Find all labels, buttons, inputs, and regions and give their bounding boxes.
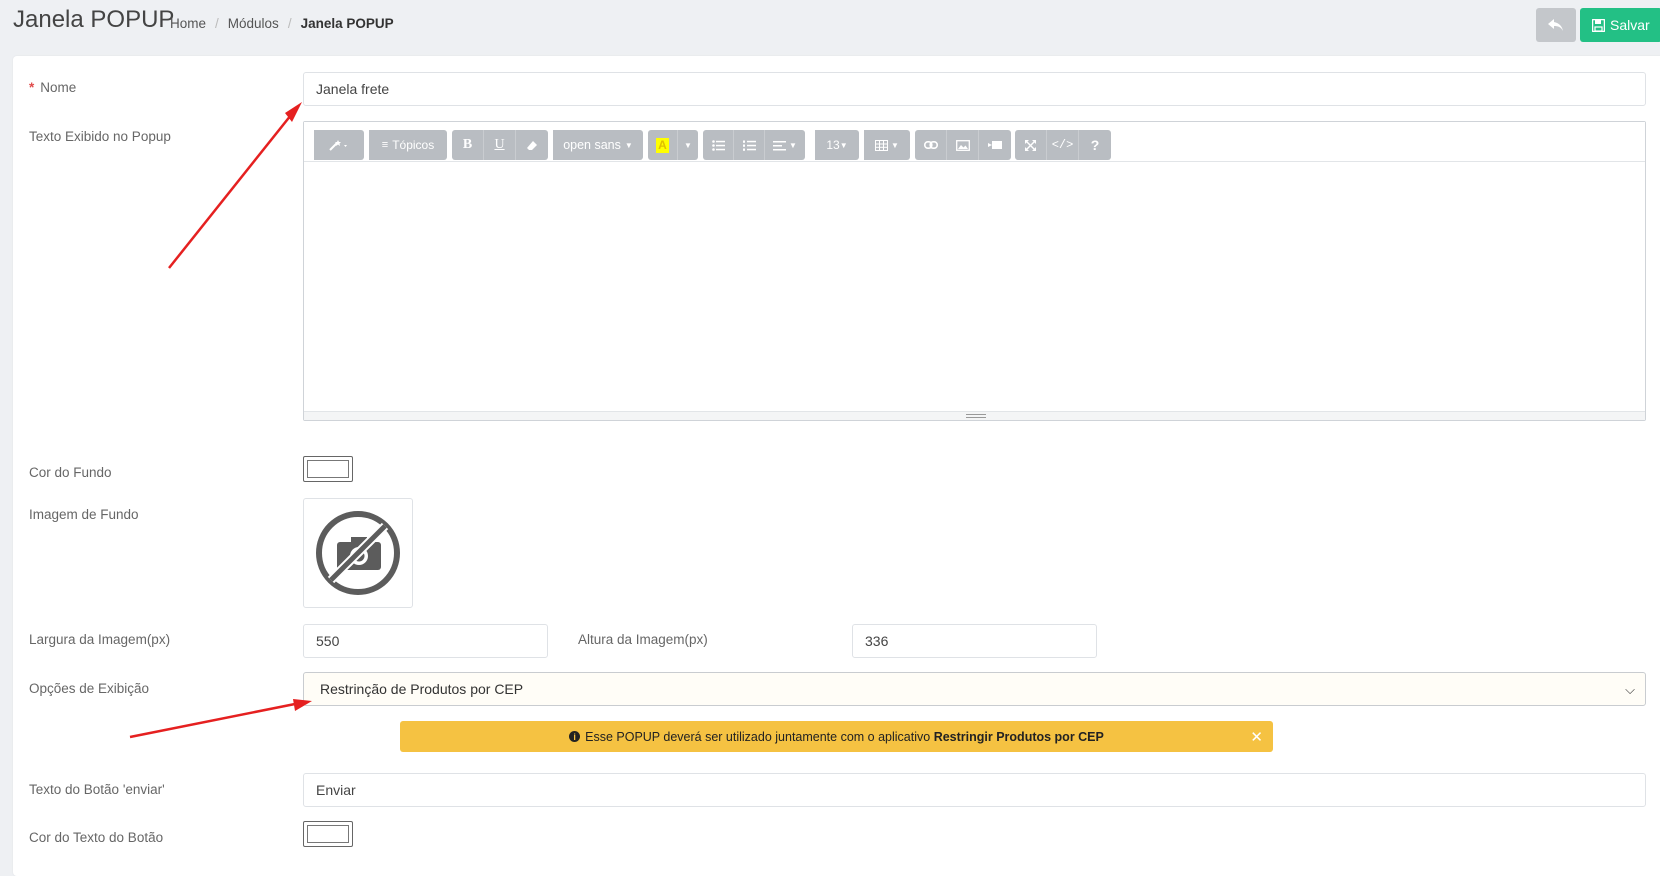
bold-icon: B — [462, 137, 473, 152]
font-family-dropdown[interactable]: open sans ▼ — [553, 130, 643, 160]
align-left-icon — [773, 140, 787, 150]
toolbar-group-format: B U — [452, 130, 548, 160]
caret-down-icon: ▼ — [789, 140, 797, 150]
link-icon — [923, 141, 938, 149]
toolbar-group-insert — [915, 130, 1011, 160]
fullscreen-icon — [1025, 139, 1036, 151]
color-dropdown-button[interactable]: ▼ — [678, 130, 698, 160]
eraser-icon — [527, 141, 537, 150]
save-button[interactable]: Salvar — [1580, 8, 1660, 42]
page-title: Janela POPUP — [13, 6, 175, 33]
caret-down-icon: ▼ — [839, 140, 848, 150]
video-icon — [988, 141, 1002, 149]
largura-input[interactable]: 550 — [303, 624, 548, 658]
reply-icon — [1548, 19, 1563, 31]
caret-down-icon: ▼ — [891, 140, 899, 150]
code-view-button[interactable]: </> — [1047, 130, 1079, 160]
opcoes-selected-value: Restrinção de Produtos por CEP — [320, 681, 524, 697]
nome-label: * Nome — [29, 80, 77, 95]
grip-icon — [966, 414, 986, 418]
editor-content-area[interactable] — [304, 162, 1645, 412]
code-icon: </> — [1051, 138, 1074, 152]
cor-texto-botao-picker[interactable] — [303, 821, 353, 847]
breadcrumb-separator: / — [287, 16, 292, 31]
unordered-list-button[interactable] — [703, 130, 734, 160]
imagem-fundo-upload[interactable] — [303, 498, 413, 608]
text-color-button[interactable]: A — [648, 130, 678, 160]
link-button[interactable] — [915, 130, 947, 160]
table-icon — [875, 139, 889, 151]
caret-down-icon: ▼ — [684, 140, 692, 150]
texto-botao-input[interactable]: Enviar — [303, 773, 1646, 807]
breadcrumb-current: Janela POPUP — [300, 16, 394, 31]
texto-botao-label: Texto do Botão 'enviar' — [29, 782, 165, 797]
toolbar-group-view: </> ? — [1015, 130, 1111, 160]
nome-input[interactable]: Janela frete — [303, 72, 1646, 106]
opcoes-label: Opções de Exibição — [29, 681, 150, 696]
alert-bold-text: Restringir Produtos por CEP — [933, 729, 1104, 744]
fullscreen-button[interactable] — [1015, 130, 1047, 160]
altura-label: Altura da Imagem(px) — [578, 632, 708, 647]
list-lines-icon: ≡ — [381, 139, 389, 151]
save-button-label: Salvar — [1610, 17, 1650, 33]
no-camera-icon — [316, 511, 400, 595]
video-button[interactable] — [979, 130, 1011, 160]
magic-wand-icon — [329, 140, 347, 151]
breadcrumb-home[interactable]: Home — [170, 16, 206, 31]
toolbar-group-font: open sans ▼ — [553, 130, 643, 160]
alert-text: Esse POPUP deverá ser utilizado juntamen… — [585, 729, 931, 744]
required-marker: * — [29, 80, 35, 95]
info-icon: i — [569, 731, 581, 742]
breadcrumb-separator: / — [215, 16, 219, 31]
help-button[interactable]: ? — [1079, 130, 1111, 160]
floppy-icon — [1592, 18, 1605, 32]
toolbar-group-style — [314, 130, 364, 160]
table-dropdown-button[interactable]: ▼ — [864, 130, 910, 160]
largura-label: Largura da Imagem(px) — [29, 632, 171, 647]
top-bar: Janela POPUP Home / Módulos / Janela POPUP S… — [0, 0, 1660, 52]
editor-toolbar: ≡ Tópicos B U open sans ▼ A ▼ ▼ 13 ▼ ▼ <… — [304, 122, 1645, 162]
eraser-button[interactable] — [516, 130, 548, 160]
image-button[interactable] — [947, 130, 979, 160]
cor-fundo-label: Cor do Fundo — [29, 465, 112, 480]
toolbar-group-topics: ≡ Tópicos — [369, 130, 447, 160]
underline-button[interactable]: U — [484, 130, 516, 160]
editor-resize-handle[interactable] — [304, 411, 1645, 420]
underline-icon: U — [494, 137, 505, 152]
breadcrumb: Home / Módulos / Janela POPUP — [170, 16, 394, 31]
cor-fundo-picker[interactable] — [303, 456, 353, 482]
close-icon[interactable]: ✕ — [1250, 728, 1263, 746]
info-alert: i Esse POPUP deverá ser utilizado juntam… — [400, 721, 1273, 752]
altura-input[interactable]: 336 — [852, 624, 1097, 658]
ordered-list-icon — [742, 140, 756, 151]
toolbar-group-size: 13 ▼ — [815, 130, 859, 160]
imagem-fundo-label: Imagem de Fundo — [29, 507, 139, 522]
opcoes-select[interactable]: Restrinção de Produtos por CEP ⌵ — [303, 672, 1646, 706]
picture-icon — [955, 139, 970, 151]
ordered-list-button[interactable] — [734, 130, 765, 160]
chevron-down-icon: ⌵ — [1625, 682, 1635, 697]
cor-texto-botao-label: Cor do Texto do Botão — [29, 830, 164, 845]
question-icon: ? — [1090, 137, 1100, 153]
color-swatch — [307, 460, 349, 478]
font-size-dropdown[interactable]: 13 ▼ — [815, 130, 859, 160]
toolbar-group-table: ▼ — [864, 130, 910, 160]
toolbar-group-paragraph: ▼ — [703, 130, 805, 160]
texto-popup-label: Texto Exibido no Popup — [29, 129, 171, 144]
style-button[interactable] — [314, 130, 364, 160]
rich-text-editor[interactable]: ≡ Tópicos B U open sans ▼ A ▼ ▼ 13 ▼ ▼ <… — [303, 121, 1646, 421]
highlight-a-icon: A — [656, 137, 669, 153]
toolbar-group-color: A ▼ — [648, 130, 698, 160]
breadcrumb-modulos[interactable]: Módulos — [228, 16, 279, 31]
bold-button[interactable]: B — [452, 130, 484, 160]
topics-button[interactable]: ≡ Tópicos — [369, 130, 447, 160]
align-dropdown-button[interactable]: ▼ — [765, 130, 805, 160]
unordered-list-icon — [711, 139, 725, 151]
color-swatch — [307, 825, 349, 843]
back-button[interactable] — [1536, 8, 1576, 42]
caret-down-icon: ▼ — [624, 140, 633, 150]
